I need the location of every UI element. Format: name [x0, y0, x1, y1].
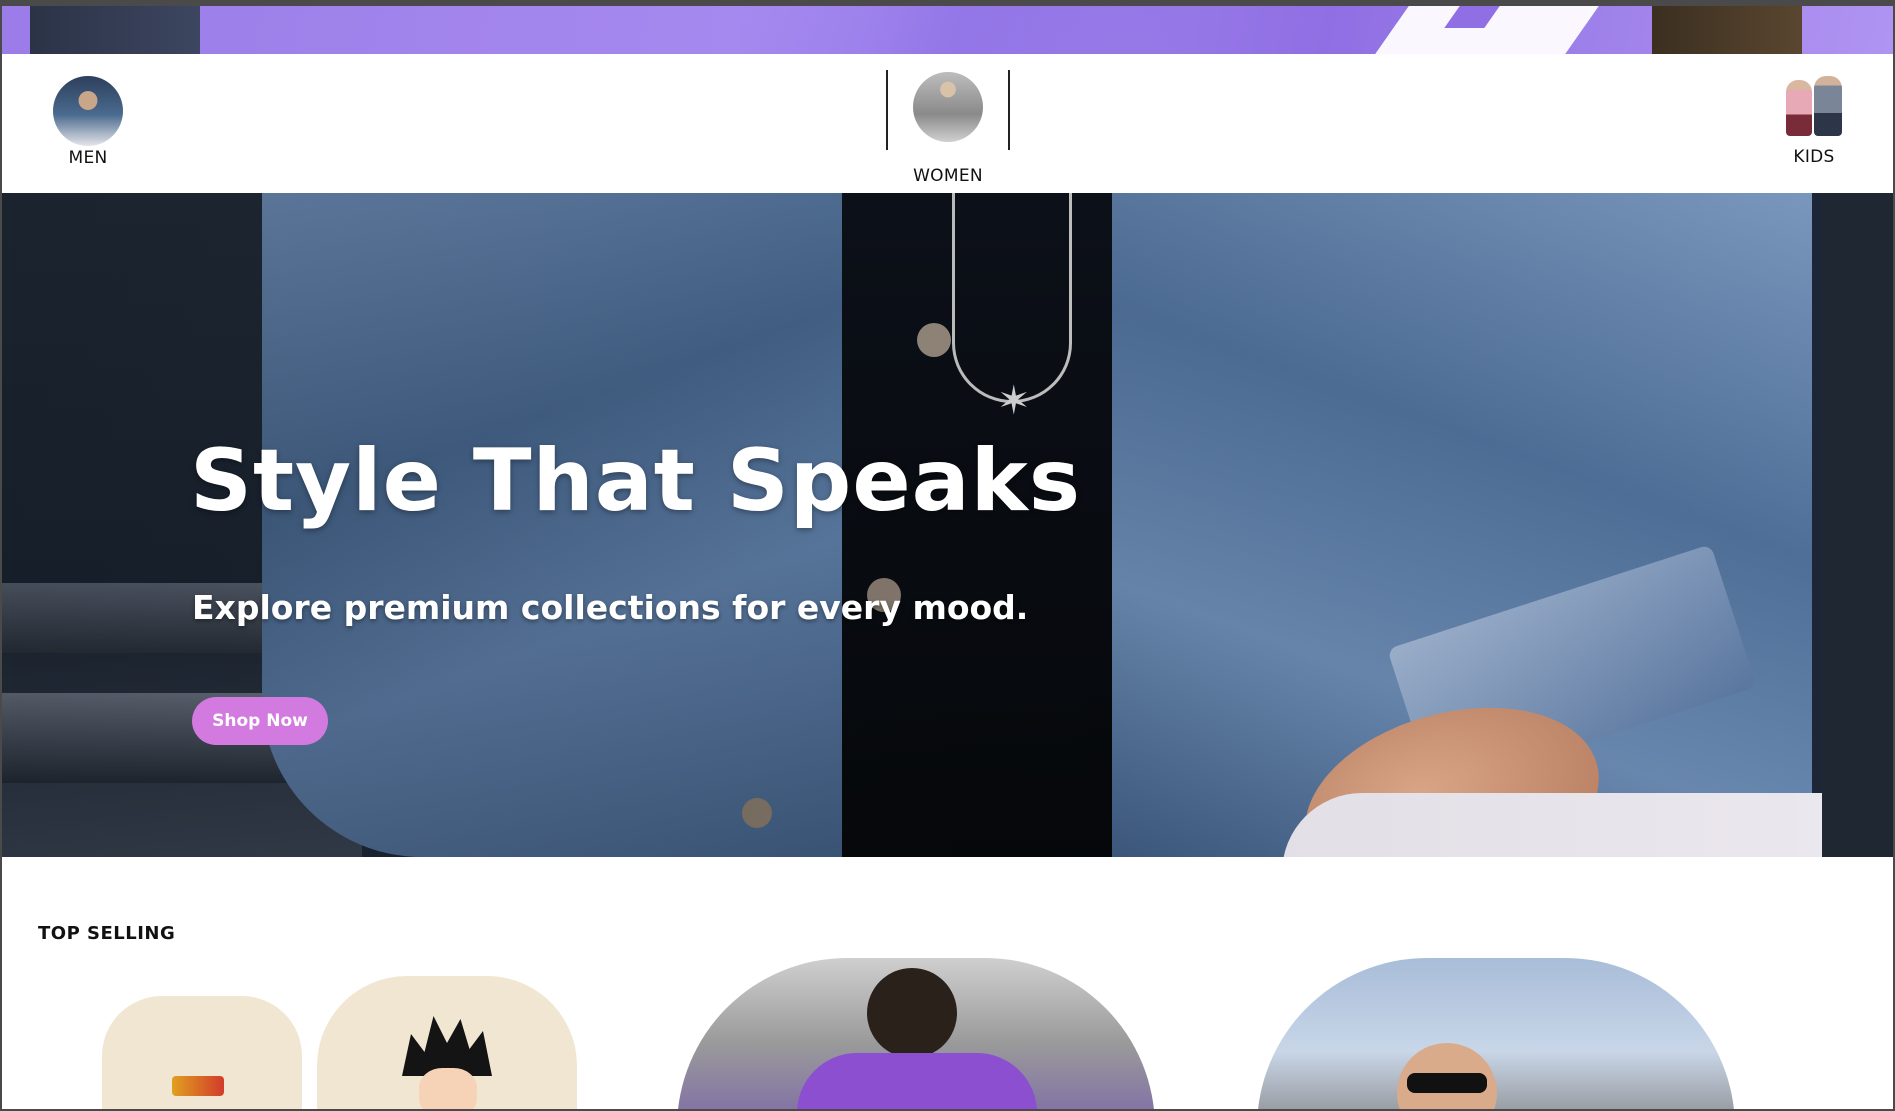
promo-image-right — [1652, 6, 1802, 54]
tee-logo-graphic — [172, 1076, 224, 1096]
top-selling-products — [2, 956, 1893, 1109]
category-men[interactable]: MEN — [50, 76, 126, 168]
sunglasses — [1407, 1073, 1487, 1093]
model-head — [867, 968, 957, 1058]
hero-subtitle: Explore premium collections for every mo… — [192, 588, 1029, 627]
category-women[interactable]: WOMEN — [886, 70, 1010, 186]
women-avatar — [913, 72, 983, 142]
product-image-tee-back — [317, 976, 577, 1109]
page-frame: MEN WOMEN KIDS ✶ — [0, 0, 1895, 1111]
top-selling-title: TOP SELLING — [38, 923, 176, 944]
product-card-purple-tee[interactable] — [677, 958, 1155, 1109]
shop-now-button[interactable]: Shop Now — [192, 697, 328, 745]
category-kids[interactable]: KIDS — [1774, 74, 1854, 167]
hero-title: Style That Speaks — [190, 431, 1082, 531]
kid-figure-girl — [1786, 80, 1812, 136]
category-nav: MEN WOMEN KIDS — [2, 54, 1893, 193]
men-avatar — [53, 76, 123, 146]
category-kids-label: KIDS — [1793, 147, 1835, 167]
category-men-label: MEN — [68, 148, 108, 168]
product-card-anime-tees[interactable] — [62, 976, 622, 1109]
kids-avatar — [1782, 74, 1846, 142]
promo-banner-strip[interactable] — [2, 6, 1893, 54]
purple-shirt — [797, 1053, 1037, 1109]
category-women-label: WOMEN — [913, 166, 983, 186]
hero-banner: ✶ Style That Speaks Explore premium coll… — [2, 193, 1893, 857]
anime-print-graphic — [402, 1016, 492, 1076]
product-image-tee-front — [102, 996, 302, 1109]
kid-figure-boy — [1814, 76, 1842, 136]
product-card-sunglasses-model[interactable] — [1257, 958, 1735, 1109]
promo-image-left — [30, 6, 200, 54]
promo-shade — [742, 6, 1302, 54]
